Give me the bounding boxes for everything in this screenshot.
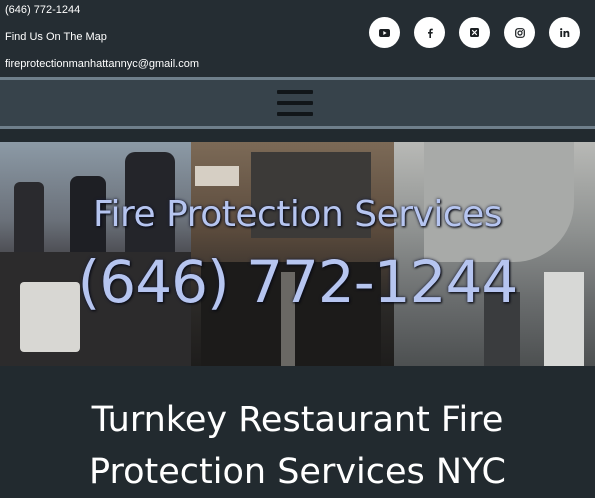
top-contact-bar: (646) 772-1244 Find Us On The Map firepr…: [0, 0, 595, 77]
facebook-icon: [427, 28, 433, 38]
youtube-button[interactable]: [369, 17, 400, 48]
hero-title: Fire Protection Services: [92, 194, 503, 235]
nav-divider: [0, 126, 595, 129]
find-us-map-link[interactable]: Find Us On The Map: [5, 31, 107, 43]
facebook-button[interactable]: [414, 17, 445, 48]
linkedin-icon: [559, 28, 569, 37]
page-heading: Turnkey Restaurant Fire Protection Servi…: [0, 394, 595, 498]
hero-banner-image: Fire Protection Services (646) 772-1244: [0, 142, 595, 366]
linkedin-button[interactable]: [549, 17, 580, 48]
hero-phone-number: (646) 772-1244: [77, 248, 519, 316]
x-twitter-icon: [470, 28, 479, 37]
hamburger-menu-icon[interactable]: [277, 88, 313, 118]
page-heading-line-2: Protection Services NYC: [89, 452, 506, 492]
x-twitter-button[interactable]: [459, 17, 490, 48]
instagram-button[interactable]: [504, 17, 535, 48]
header-phone-link[interactable]: (646) 772-1244: [5, 4, 80, 16]
youtube-icon: [379, 28, 390, 37]
instagram-icon: [514, 27, 525, 38]
page-heading-line-1: Turnkey Restaurant Fire: [91, 400, 504, 440]
header-email-link[interactable]: fireprotectionmanhattannyc@gmail.com: [5, 58, 199, 70]
